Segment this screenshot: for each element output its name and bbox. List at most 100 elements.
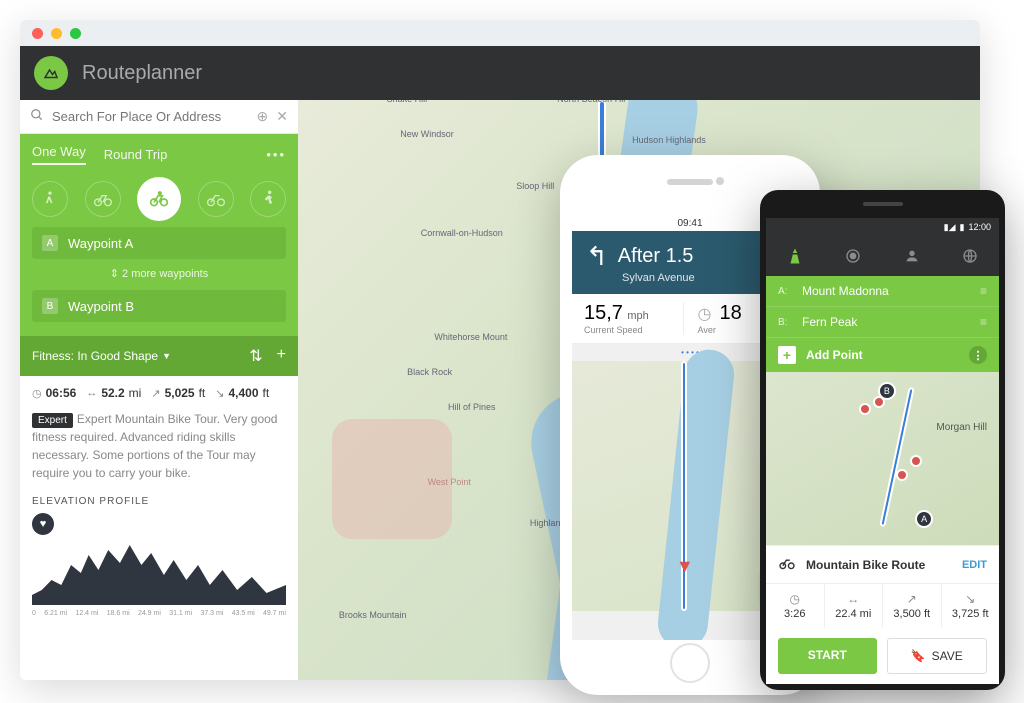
activity-row xyxy=(32,177,286,221)
android-map[interactable]: B A Morgan Hill xyxy=(766,372,999,545)
elevation-title: ELEVATION PROFILE xyxy=(32,496,286,507)
waypoint-b-badge: B xyxy=(42,298,58,314)
waypoint-b-label: Waypoint B xyxy=(68,299,134,314)
poi-marker[interactable] xyxy=(896,469,908,481)
activity-mtb[interactable] xyxy=(137,177,181,221)
locate-icon[interactable]: ⊕ xyxy=(257,108,269,125)
map-label: New Windsor xyxy=(400,129,454,139)
rstat-distance: ↔22.4 mi xyxy=(825,584,884,628)
expert-description: ExpertExpert Mountain Bike Tour. Very go… xyxy=(32,410,286,482)
stat-duration: ◷06:56 xyxy=(32,386,76,400)
search-input[interactable] xyxy=(52,109,249,124)
stat-descent: ↘4,400 ft xyxy=(215,386,269,400)
map-label: Hudson Highlands xyxy=(632,135,706,145)
poi-marker[interactable] xyxy=(859,403,871,415)
map-label: Whitehorse Mount xyxy=(434,332,507,342)
poi-marker[interactable] xyxy=(910,455,922,467)
map-label: Snake Hill xyxy=(387,100,428,104)
add-icon: + xyxy=(778,346,796,364)
android-status-bar: ▮◢ ▮ 12:00 xyxy=(766,218,999,236)
window-maximize-dot[interactable] xyxy=(70,28,81,39)
ascent-icon: ↗ xyxy=(151,387,160,400)
tab-round-trip[interactable]: Round Trip xyxy=(104,147,168,162)
nav-arrow-icon: ▼ xyxy=(676,556,694,577)
window-close-dot[interactable] xyxy=(32,28,43,39)
route-panel: One Way Round Trip ••• A Waypoint A ⇕ 2 … xyxy=(20,134,298,336)
fitness-row[interactable]: Fitness: In Good Shape ▼ ⇅ + xyxy=(20,336,298,376)
tab-record-icon[interactable] xyxy=(843,246,863,266)
search-icon xyxy=(30,108,44,125)
tab-one-way[interactable]: One Way xyxy=(32,144,86,165)
fitness-label: Fitness: In Good Shape xyxy=(32,349,158,363)
rstat-descent: ↘3,725 ft xyxy=(942,584,1000,628)
swap-icon[interactable]: ⇅ xyxy=(249,346,262,366)
stat-ascent: ↗5,025 ft xyxy=(151,386,205,400)
bookmark-icon: 🔖 xyxy=(911,649,926,663)
search-row: ⊕ ✕ xyxy=(20,100,298,134)
route-stats: ◷3:26 ↔22.4 mi ↗3,500 ft ↘3,725 ft xyxy=(766,583,999,628)
distance-icon: ↔ xyxy=(829,592,879,606)
waypoint-a[interactable]: A Waypoint A xyxy=(32,227,286,259)
more-waypoints[interactable]: ⇕ 2 more waypoints xyxy=(32,265,286,284)
app-title: Routeplanner xyxy=(82,62,202,85)
descent-icon: ↘ xyxy=(215,387,224,400)
tab-globe-icon[interactable] xyxy=(960,246,980,266)
map-label: North Beacon Hil xyxy=(557,100,625,104)
browser-titlebar xyxy=(20,20,980,46)
android-tabs xyxy=(766,236,999,276)
poi-marker[interactable] xyxy=(873,396,885,408)
tab-profile-icon[interactable] xyxy=(902,246,922,266)
android-screen: ▮◢ ▮ 12:00 A: Mount Madonna ≡ B: Fern Pe… xyxy=(766,218,999,684)
rstat-ascent: ↗3,500 ft xyxy=(883,584,942,628)
elevation-chart[interactable]: ♥ 06.21 mi12.4 mi18.6 mi24.9 mi31.1 mi37… xyxy=(32,513,286,603)
turn-left-icon: ↰ xyxy=(586,241,608,272)
trip-more-icon[interactable]: ••• xyxy=(266,147,286,162)
waypoint-a-label: Waypoint A xyxy=(68,236,133,251)
elevation-svg xyxy=(32,535,286,605)
clock-icon: ◷ xyxy=(32,387,42,400)
map-label: Black Rock xyxy=(407,367,452,377)
drag-handle-icon[interactable]: ≡ xyxy=(980,315,987,329)
add-waypoint-icon[interactable]: + xyxy=(277,346,286,366)
drag-handle-icon[interactable]: ≡ xyxy=(980,284,987,298)
stat-distance: ↔52.2 mi xyxy=(86,386,141,400)
map-label: West Point xyxy=(428,477,471,487)
marker-a[interactable]: A xyxy=(915,510,933,528)
android-points: A: Mount Madonna ≡ B: Fern Peak ≡ + Add … xyxy=(766,276,999,372)
chevron-down-icon: ▼ xyxy=(162,351,171,361)
waypoint-b[interactable]: B Waypoint B xyxy=(32,290,286,322)
window-minimize-dot[interactable] xyxy=(51,28,62,39)
expert-badge: Expert xyxy=(32,413,73,428)
android-device: ▮◢ ▮ 12:00 A: Mount Madonna ≡ B: Fern Pe… xyxy=(760,190,1005,690)
clear-search-icon[interactable]: ✕ xyxy=(276,108,288,125)
info-icon[interactable]: ⋮ xyxy=(969,346,987,364)
activity-road-bike[interactable] xyxy=(85,181,121,217)
route-card: Mountain Bike Route EDIT ◷3:26 ↔22.4 mi … xyxy=(766,545,999,684)
current-speed: 15,7 mph Current Speed xyxy=(584,302,683,335)
app-logo[interactable] xyxy=(34,56,68,90)
elevation-pin-icon[interactable]: ♥ xyxy=(32,513,54,535)
add-point-row[interactable]: + Add Point ⋮ xyxy=(766,338,999,372)
distance-icon: ↔ xyxy=(86,387,97,399)
save-button[interactable]: 🔖SAVE xyxy=(887,638,988,674)
start-button[interactable]: START xyxy=(778,638,877,674)
bike-icon xyxy=(778,556,796,573)
elevation-xaxis: 06.21 mi12.4 mi18.6 mi24.9 mi31.1 mi37.3… xyxy=(32,610,286,617)
activity-run[interactable] xyxy=(250,181,286,217)
signal-icon: ▮◢ xyxy=(944,222,956,233)
map-label: Sloop Hill xyxy=(516,181,554,191)
route-name: Mountain Bike Route xyxy=(806,558,925,572)
waypoint-a-badge: A xyxy=(42,235,58,251)
battery-icon: ▮ xyxy=(960,222,965,233)
iphone-home-button[interactable] xyxy=(670,643,710,683)
tab-route-icon[interactable] xyxy=(785,246,805,266)
activity-hike[interactable] xyxy=(32,181,68,217)
point-b-row[interactable]: B: Fern Peak ≡ xyxy=(766,307,999,338)
rstat-duration: ◷3:26 xyxy=(766,584,825,628)
map-label: Cornwall-on-Hudson xyxy=(421,228,503,238)
edit-button[interactable]: EDIT xyxy=(962,559,987,571)
point-a-row[interactable]: A: Mount Madonna ≡ xyxy=(766,276,999,307)
activity-touring[interactable] xyxy=(198,181,234,217)
map-city-label: Morgan Hill xyxy=(936,422,987,433)
app-header: Routeplanner xyxy=(20,46,980,100)
